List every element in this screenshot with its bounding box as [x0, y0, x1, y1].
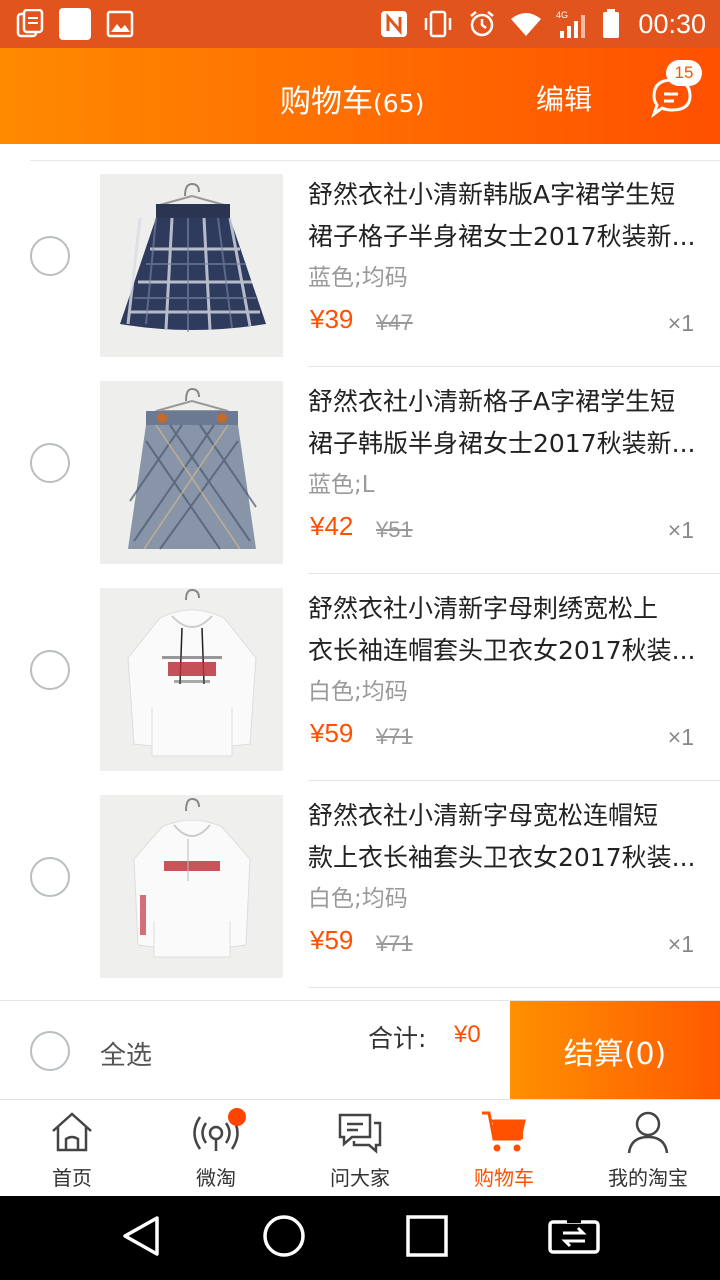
product-name[interactable]: 舒然衣社小清新格子A字裙学生短 裙子韩版半身裙女士2017秋装新...: [308, 381, 700, 465]
product-quantity: ×1: [667, 724, 694, 750]
product-quantity: ×1: [667, 310, 694, 336]
recents-icon[interactable]: [405, 1214, 449, 1262]
home-circle-icon[interactable]: [261, 1213, 307, 1263]
home-icon: [48, 1108, 96, 1156]
vibrate-icon: [422, 10, 454, 38]
original-price: ¥47: [376, 310, 413, 335]
product-quantity: ×1: [667, 931, 694, 957]
alarm-icon: [468, 10, 496, 38]
product-spec[interactable]: 蓝色;均码: [308, 258, 408, 292]
edit-button[interactable]: 编辑: [536, 78, 592, 118]
item-checkbox[interactable]: [30, 236, 70, 276]
product-image[interactable]: [100, 588, 283, 771]
cart-header: 购物车(65) 编辑 15: [0, 48, 720, 144]
tab-my-taobao[interactable]: 我的淘宝: [576, 1100, 720, 1196]
tab-label: 购物车: [474, 1166, 534, 1190]
screen-switch-icon[interactable]: [547, 1216, 601, 1260]
tab-weitao[interactable]: 微淘: [144, 1100, 288, 1196]
status-time: 00:30: [638, 8, 706, 39]
cart-item[interactable]: 舒然衣社小清新韩版A字裙学生短 裙子格子半身裙女士2017秋装新... 蓝色;均…: [0, 160, 720, 367]
original-price: ¥71: [376, 931, 413, 956]
cart-item[interactable]: 舒然衣社小清新字母刺绣宽松上 衣长袖连帽套头卫衣女2017秋装... 白色;均码…: [0, 574, 720, 781]
tab-label: 问大家: [330, 1166, 390, 1190]
tab-ask[interactable]: 问大家: [288, 1100, 432, 1196]
page-title: 购物车(65): [280, 76, 424, 121]
tab-label: 首页: [52, 1166, 92, 1190]
original-price: ¥71: [376, 724, 413, 749]
product-name[interactable]: 舒然衣社小清新字母宽松连帽短 款上衣长袖套头卫衣女2017秋装...: [308, 795, 700, 879]
product-name-line2: 衣长袖连帽套头卫衣女2017秋装...: [308, 636, 696, 665]
system-navigation-bar: [0, 1196, 720, 1280]
clipboard-icon: [16, 9, 44, 39]
tab-label: 我的淘宝: [608, 1166, 688, 1190]
product-name-line1: 舒然衣社小清新字母宽松连帽短: [308, 801, 659, 830]
product-price: ¥59: [310, 718, 354, 748]
product-image[interactable]: [100, 174, 283, 357]
product-spec[interactable]: 白色;均码: [308, 672, 408, 706]
product-name-line2: 裙子格子半身裙女士2017秋装新...: [308, 222, 696, 251]
checkout-bar: 全选 合计: ¥0 结算(0): [0, 1000, 720, 1100]
back-icon[interactable]: [119, 1214, 163, 1262]
product-name[interactable]: 舒然衣社小清新韩版A字裙学生短 裙子格子半身裙女士2017秋装新...: [308, 174, 700, 258]
settle-button[interactable]: 结算(0): [510, 1001, 720, 1100]
product-name-line1: 舒然衣社小清新字母刺绣宽松上: [308, 594, 659, 623]
cart-count: (65): [373, 89, 425, 118]
cart-icon: [480, 1108, 528, 1156]
notification-dot: [228, 1108, 246, 1126]
product-name-line1: 舒然衣社小清新格子A字裙学生短: [308, 387, 676, 416]
signal-4g-icon: 4G: [556, 9, 588, 39]
product-quantity: ×1: [667, 517, 694, 543]
image-icon: [106, 10, 134, 38]
bottom-tab-bar: 首页 微淘 问大家 购物车 我的淘宝: [0, 1099, 720, 1196]
product-image[interactable]: [100, 795, 283, 978]
chat-icon: [336, 1108, 384, 1156]
tab-label: 微淘: [196, 1166, 236, 1190]
cart-list: 舒然衣社小清新韩版A字裙学生短 裙子格子半身裙女士2017秋装新... 蓝色;均…: [0, 144, 720, 1000]
original-price: ¥51: [376, 517, 413, 542]
tab-home[interactable]: 首页: [0, 1100, 144, 1196]
nfc-icon: [380, 10, 408, 38]
page-title-text: 购物车: [280, 84, 373, 120]
item-checkbox[interactable]: [30, 650, 70, 690]
item-checkbox[interactable]: [30, 857, 70, 897]
cart-item[interactable]: 舒然衣社小清新字母宽松连帽短 款上衣长袖套头卫衣女2017秋装... 白色;均码…: [0, 781, 720, 988]
battery-icon: [602, 9, 620, 39]
product-image[interactable]: [100, 381, 283, 564]
product-name-line2: 款上衣长袖套头卫衣女2017秋装...: [308, 843, 696, 872]
status-bar: 4G 00:30: [0, 0, 720, 48]
product-spec[interactable]: 蓝色;L: [308, 465, 375, 499]
wifi-icon: [510, 11, 542, 37]
tab-cart[interactable]: 购物车: [432, 1100, 576, 1196]
select-all-checkbox[interactable]: [30, 1031, 70, 1071]
total-value: ¥0: [454, 1021, 481, 1048]
network-label: 4G: [556, 10, 568, 20]
product-name-line1: 舒然衣社小清新韩版A字裙学生短: [308, 180, 676, 209]
message-badge: 15: [666, 60, 702, 86]
user-icon: [624, 1108, 672, 1156]
product-price: ¥39: [310, 304, 354, 334]
divider: [308, 987, 720, 988]
product-name-line2: 裙子韩版半身裙女士2017秋装新...: [308, 429, 696, 458]
select-all-label[interactable]: 全选: [100, 1035, 152, 1072]
total-label: 合计:: [368, 1024, 427, 1053]
product-price: ¥59: [310, 925, 354, 955]
blank-notification-icon: [58, 7, 92, 41]
cart-item[interactable]: 舒然衣社小清新格子A字裙学生短 裙子韩版半身裙女士2017秋装新... 蓝色;L…: [0, 367, 720, 574]
product-name[interactable]: 舒然衣社小清新字母刺绣宽松上 衣长袖连帽套头卫衣女2017秋装...: [308, 588, 700, 672]
product-spec[interactable]: 白色;均码: [308, 879, 408, 913]
product-price: ¥42: [310, 511, 354, 541]
item-checkbox[interactable]: [30, 443, 70, 483]
